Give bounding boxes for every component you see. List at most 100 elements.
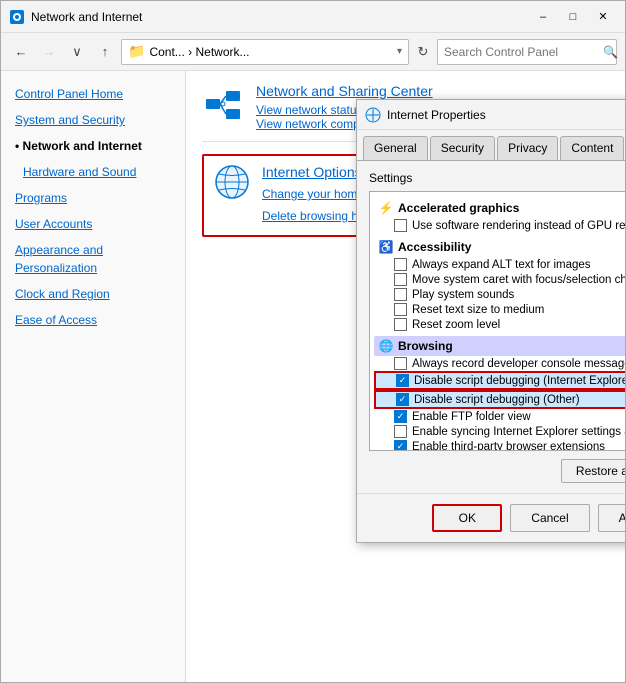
search-input[interactable] xyxy=(444,45,599,59)
dialog-footer: OK Cancel Apply xyxy=(357,493,625,542)
up-button[interactable]: ↑ xyxy=(93,40,117,64)
main-panel: Network and Sharing Center View network … xyxy=(186,71,625,682)
toolbar: ← → ∨ ↑ 📁 Cont... › Network... ▾ ↻ 🔍 xyxy=(1,33,625,71)
checkbox-reset-zoom[interactable] xyxy=(394,318,407,331)
folder-icon: 📁 xyxy=(128,43,145,60)
group-icon-accessibility: ♿ xyxy=(378,239,394,255)
down-button[interactable]: ∨ xyxy=(65,40,89,64)
ok-button[interactable]: OK xyxy=(432,504,502,532)
sidebar: Control Panel Home System and Security N… xyxy=(1,71,186,682)
sidebar-item-ease-access[interactable]: Ease of Access xyxy=(1,307,185,333)
settings-list[interactable]: ⚡ Accelerated graphics Use software rend… xyxy=(369,191,625,451)
checkbox-move-caret[interactable] xyxy=(394,273,407,286)
back-button[interactable]: ← xyxy=(9,40,33,64)
tab-privacy[interactable]: Privacy xyxy=(497,136,558,160)
search-icon[interactable]: 🔍 xyxy=(603,45,618,59)
cancel-button[interactable]: Cancel xyxy=(510,504,589,532)
checkbox-disable-other[interactable] xyxy=(396,393,409,406)
item-expand-alt-label: Always expand ALT text for images xyxy=(412,259,591,271)
group-browsing-label: Browsing xyxy=(398,339,453,353)
sidebar-item-hardware-sound[interactable]: Hardware and Sound xyxy=(1,159,185,185)
item-reset-text[interactable]: Reset text size to medium xyxy=(374,302,625,317)
sidebar-item-network-internet: Network and Internet xyxy=(1,133,185,159)
item-disable-ie[interactable]: Disable script debugging (Internet Explo… xyxy=(374,371,625,390)
group-accessibility-label: Accessibility xyxy=(398,240,471,254)
restore-btn-row: Restore advanced settings xyxy=(369,459,625,483)
restore-advanced-button[interactable]: Restore advanced settings xyxy=(561,459,625,483)
window-title: Network and Internet xyxy=(31,10,529,24)
item-disable-other[interactable]: Disable script debugging (Other) xyxy=(374,390,625,409)
apply-button[interactable]: Apply xyxy=(598,504,625,532)
group-browsing: 🌐 Browsing Always record developer conso… xyxy=(370,334,625,451)
dialog-icon xyxy=(365,107,381,123)
checkbox-third-party[interactable] xyxy=(394,440,407,451)
dialog-body: Settings ⚡ Accelerated graphics Use soft… xyxy=(357,161,625,493)
checkbox-disable-ie[interactable] xyxy=(396,374,409,387)
item-software-rendering-label: Use software rendering instead of GPU re… xyxy=(412,220,625,232)
item-reset-zoom-label: Reset zoom level xyxy=(412,319,500,331)
group-browsing-header: 🌐 Browsing xyxy=(374,336,625,356)
group-accelerated-label: Accelerated graphics xyxy=(398,201,519,215)
sidebar-item-system-security[interactable]: System and Security xyxy=(1,107,185,133)
network-sharing-title[interactable]: Network and Sharing Center xyxy=(256,83,560,99)
group-icon-accelerated: ⚡ xyxy=(378,200,394,216)
address-path: Cont... › Network... xyxy=(149,45,393,59)
item-expand-alt[interactable]: Always expand ALT text for images xyxy=(374,257,625,272)
dialog-tabs: General Security Privacy Content Connect… xyxy=(357,130,625,161)
main-window: Network and Internet – □ ✕ ← → ∨ ↑ 📁 Con… xyxy=(0,0,626,683)
close-button[interactable]: ✕ xyxy=(589,7,617,27)
item-reset-text-label: Reset text size to medium xyxy=(412,304,544,316)
item-record-console[interactable]: Always record developer console messages xyxy=(374,356,625,371)
checkbox-record-console[interactable] xyxy=(394,357,407,370)
settings-label: Settings xyxy=(369,171,625,185)
address-dropdown-icon[interactable]: ▾ xyxy=(397,46,402,57)
item-third-party[interactable]: Enable third-party browser extensions xyxy=(374,439,625,451)
sidebar-item-programs[interactable]: Programs xyxy=(1,185,185,211)
checkbox-play-sounds[interactable] xyxy=(394,288,407,301)
content-area: Control Panel Home System and Security N… xyxy=(1,71,625,682)
address-bar[interactable]: 📁 Cont... › Network... ▾ xyxy=(121,39,409,65)
group-accessibility-header: ♿ Accessibility xyxy=(374,237,625,257)
group-accelerated-header: ⚡ Accelerated graphics xyxy=(374,198,625,218)
maximize-button[interactable]: □ xyxy=(559,7,587,27)
checkbox-enable-syncing[interactable] xyxy=(394,425,407,438)
sidebar-item-user-accounts[interactable]: User Accounts xyxy=(1,211,185,237)
item-enable-syncing-label: Enable syncing Internet Explorer setting… xyxy=(412,426,625,438)
dialog-title: Internet Properties xyxy=(387,108,625,122)
item-move-caret-label: Move system caret with focus/selection c… xyxy=(412,274,625,286)
checkbox-enable-ftp[interactable] xyxy=(394,410,407,423)
item-reset-zoom[interactable]: Reset zoom level xyxy=(374,317,625,332)
window-controls: – □ ✕ xyxy=(529,7,617,27)
tab-content[interactable]: Content xyxy=(560,136,624,160)
dialog-title-bar: Internet Properties ? ✕ xyxy=(357,100,625,130)
group-icon-browsing: 🌐 xyxy=(378,338,394,354)
item-play-sounds[interactable]: Play system sounds xyxy=(374,287,625,302)
item-third-party-label: Enable third-party browser extensions xyxy=(412,441,605,452)
path-part1: Cont... xyxy=(149,45,184,59)
search-bar: 🔍 xyxy=(437,39,617,65)
group-accelerated: ⚡ Accelerated graphics Use software rend… xyxy=(370,196,625,235)
refresh-button[interactable]: ↻ xyxy=(413,42,433,62)
sidebar-item-clock-region[interactable]: Clock and Region xyxy=(1,281,185,307)
sidebar-item-appearance[interactable]: Appearance and Personalization xyxy=(1,237,185,281)
network-sharing-icon xyxy=(202,83,244,125)
item-disable-ie-label: Disable script debugging (Internet Explo… xyxy=(414,375,625,387)
item-enable-ftp-label: Enable FTP folder view xyxy=(412,411,531,423)
item-disable-other-label: Disable script debugging (Other) xyxy=(414,394,580,406)
item-move-caret[interactable]: Move system caret with focus/selection c… xyxy=(374,272,625,287)
minimize-button[interactable]: – xyxy=(529,7,557,27)
checkbox-expand-alt[interactable] xyxy=(394,258,407,271)
checkbox-reset-text[interactable] xyxy=(394,303,407,316)
item-enable-ftp[interactable]: Enable FTP folder view xyxy=(374,409,625,424)
item-software-rendering[interactable]: Use software rendering instead of GPU re… xyxy=(374,218,625,233)
sidebar-item-control-panel-home[interactable]: Control Panel Home xyxy=(1,81,185,107)
item-enable-syncing[interactable]: Enable syncing Internet Explorer setting… xyxy=(374,424,625,439)
tab-security[interactable]: Security xyxy=(430,136,495,160)
checkbox-software-rendering[interactable] xyxy=(394,219,407,232)
item-play-sounds-label: Play system sounds xyxy=(412,289,514,301)
tab-general[interactable]: General xyxy=(363,136,428,160)
internet-options-icon xyxy=(214,164,250,200)
path-part2: Network... xyxy=(195,45,249,59)
internet-properties-dialog: Internet Properties ? ✕ General Security… xyxy=(356,99,625,543)
item-record-console-label: Always record developer console messages xyxy=(412,358,625,370)
